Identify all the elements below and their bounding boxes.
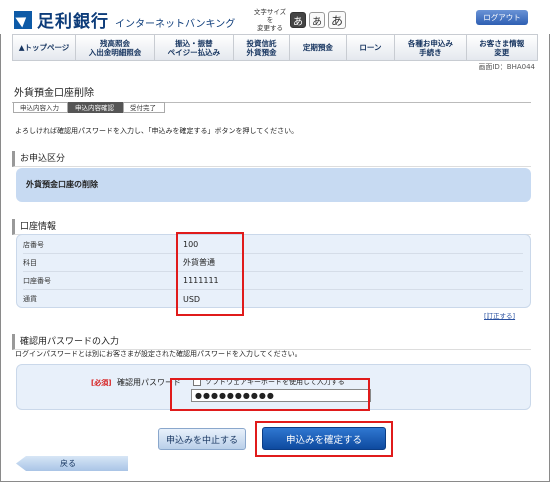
account-info-box: 店番号 100 科目 外貨普通 口座番号 1111111 通貨 USD [16,234,531,308]
instruction-text: よろしければ確認用パスワードを入力し、「申込みを確定する」ボタンを押してください… [15,127,299,135]
logout-button[interactable]: ログアウト [476,10,528,25]
nav-balance-inquiry[interactable]: 残高照会 入出金明細照会 [76,35,155,60]
cancel-application-button[interactable]: 申込みを中止する [158,428,246,450]
step-confirm: 申込内容確認 [68,102,123,113]
account-row: 店番号 100 [23,236,523,254]
nav-top-page[interactable]: ▲トップページ [13,35,76,60]
bank-logo: 足利銀行 インターネットバンキング [14,7,235,32]
nav-investment-foreign-currency[interactable]: 投資信託 外貨預金 [234,35,291,60]
highlight-account-values [176,232,244,316]
back-button[interactable]: 戻る [16,456,128,471]
account-heading: 口座情報 [12,219,531,235]
page-title: 外貨預金口座削除 [12,84,531,103]
nav-transfer[interactable]: 振込・振替 ペイジー払込み [155,35,234,60]
account-label: 科目 [23,258,37,267]
font-size-large-button[interactable]: あ [328,11,346,29]
font-size-label: 文字サイズを 変更する [253,8,287,32]
global-nav: ▲トップページ 残高照会 入出金明細照会 振込・振替 ペイジー払込み 投資信託 外貨預… [12,34,538,61]
application-heading: お申込区分 [12,151,531,167]
screen-id: 画面ID：BHA044 [478,63,535,71]
bank-logo-icon [14,10,32,29]
service-name: インターネットバンキング [115,18,236,30]
correct-link[interactable]: [訂正する] [484,310,515,320]
nav-loan[interactable]: ローン [347,35,396,60]
application-box: 外貨預金口座の削除 [16,168,531,202]
highlight-password-input [170,378,370,411]
step-complete: 受付完了 [123,102,165,113]
account-row: 口座番号 1111111 [23,272,523,290]
font-size-switcher: 文字サイズを 変更する あ あ あ [253,8,346,32]
font-size-small-button[interactable]: あ [290,12,306,28]
account-label: 通貨 [23,295,37,303]
nav-time-deposit[interactable]: 定期預金 [290,35,347,60]
account-label: 口座番号 [23,276,51,285]
account-row: 科目 外貨普通 [23,254,523,272]
header: 足利銀行 インターネットバンキング 文字サイズを 変更する あ あ あ ログアウ… [0,0,550,34]
nav-customer-info[interactable]: お客さま情報 変更 [467,35,537,60]
font-size-medium-button[interactable]: あ [309,12,325,28]
step-input: 申込内容入力 [13,102,68,113]
password-description: ログインパスワードとは別にお客さまが設定された確認用パスワードを入力してください… [15,350,302,358]
password-heading: 確認用パスワードの入力 [12,334,531,350]
application-value: 外貨預金口座の削除 [26,180,98,189]
step-indicator: 申込内容入力 申込内容確認 受付完了 [13,102,165,113]
account-label: 店番号 [23,240,44,249]
nav-applications[interactable]: 各種お申込み 手続き [395,35,467,60]
bank-name: 足利銀行 [37,12,109,32]
required-badge: [必須] [91,379,112,387]
highlight-confirm-button [255,421,393,457]
account-row: 通貨 USD [23,290,523,308]
